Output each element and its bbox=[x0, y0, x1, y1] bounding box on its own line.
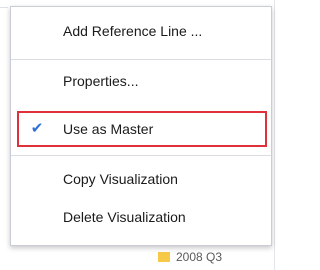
menu-item-properties[interactable]: Properties... bbox=[11, 63, 271, 99]
menu-item-label: Properties... bbox=[63, 73, 139, 89]
menu-item-copy-visualization[interactable]: Copy Visualization bbox=[11, 161, 271, 197]
checkmark-icon: ✔ bbox=[30, 120, 44, 137]
menu-item-label: Add Reference Line ... bbox=[63, 23, 203, 39]
legend-label: 2008 Q3 bbox=[176, 250, 223, 264]
menu-item-use-as-master[interactable]: ✔ Use as Master bbox=[17, 111, 267, 147]
menu-item-label: Copy Visualization bbox=[63, 171, 178, 187]
menu-item-add-reference-line[interactable]: Add Reference Line ... bbox=[11, 13, 271, 49]
context-menu: Add Reference Line ... Properties... ✔ U… bbox=[10, 6, 272, 246]
menu-item-label: Delete Visualization bbox=[63, 209, 186, 225]
stage: 2008 Q3 Add Reference Line ... Propertie… bbox=[0, 0, 283, 270]
legend-swatch-icon bbox=[158, 252, 170, 262]
background-legend-entry: 2008 Q3 bbox=[158, 248, 222, 266]
menu-separator bbox=[11, 155, 271, 156]
background-gridline bbox=[0, 7, 8, 8]
menu-item-label: Use as Master bbox=[63, 121, 154, 137]
background-divider bbox=[274, 0, 275, 270]
menu-separator bbox=[11, 59, 271, 60]
menu-item-delete-visualization[interactable]: Delete Visualization bbox=[11, 199, 271, 235]
